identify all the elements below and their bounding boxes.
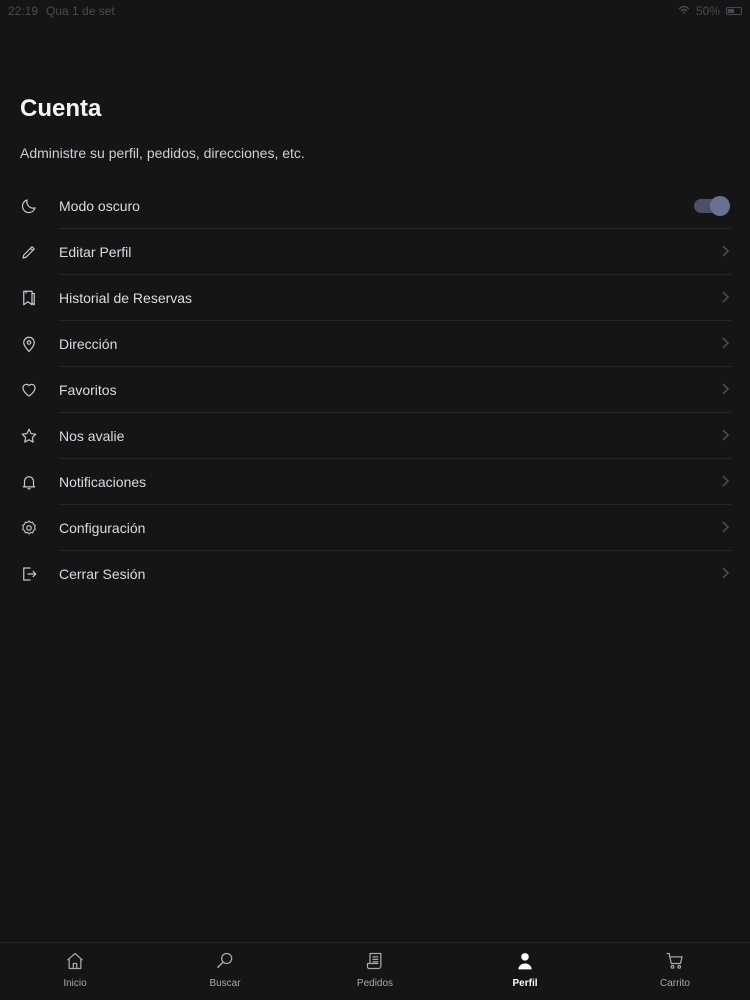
pencil-icon: [20, 243, 38, 261]
menu-item-label: Dirección: [59, 336, 118, 352]
chevron-right-icon: [720, 428, 730, 442]
chevron-right-icon: [720, 520, 730, 534]
tab-home[interactable]: Inicio: [0, 943, 150, 1000]
status-bar: 22:19 Qua 1 de set 50%: [0, 0, 750, 22]
battery-icon: [726, 7, 742, 15]
chevron-right-icon: [720, 382, 730, 396]
chevron-right-icon: [720, 566, 730, 580]
receipt-icon: [365, 951, 385, 971]
bookmark-icon: [20, 289, 38, 307]
bell-icon: [20, 473, 38, 491]
menu-item-logout[interactable]: Cerrar Sesión: [0, 551, 750, 597]
tab-label: Pedidos: [356, 978, 394, 989]
wifi-icon: [678, 4, 690, 18]
dark-mode-toggle[interactable]: [694, 196, 730, 216]
menu-item-settings[interactable]: Configuración: [0, 505, 750, 551]
star-icon: [20, 427, 38, 445]
menu-item-rate-us[interactable]: Nos avalie: [0, 413, 750, 459]
menu-item-label: Historial de Reservas: [59, 290, 193, 306]
chevron-right-icon: [720, 244, 730, 258]
status-time: 22:19: [8, 4, 39, 18]
menu-item-label: Favoritos: [59, 382, 117, 398]
tab-cart[interactable]: Carrito: [600, 943, 750, 1000]
bottom-tab-bar: Inicio Buscar Pedidos Perfil Carrito: [0, 942, 750, 1000]
battery-percent: 50%: [695, 4, 720, 18]
menu-item-notifications[interactable]: Notificaciones: [0, 459, 750, 505]
search-icon: [215, 951, 235, 971]
menu-item-address[interactable]: Dirección: [0, 321, 750, 367]
menu-item-booking-history[interactable]: Historial de Reservas: [0, 275, 750, 321]
menu-item-dark-mode: Modo oscuro: [0, 183, 750, 229]
user-icon: [515, 951, 535, 971]
chevron-right-icon: [720, 290, 730, 304]
menu-item-label: Configuración: [59, 520, 146, 536]
account-screen: 22:19 Qua 1 de set 50% Cuenta Administre…: [0, 0, 750, 1000]
page-title: Cuenta: [20, 95, 102, 122]
tab-orders[interactable]: Pedidos: [300, 943, 450, 1000]
location-pin-icon: [20, 335, 38, 353]
chevron-right-icon: [720, 336, 730, 350]
menu-item-label: Nos avalie: [59, 428, 125, 444]
home-icon: [65, 951, 85, 971]
tab-label: Perfil: [512, 978, 538, 989]
account-menu: Modo oscuro Editar Perfil Historial de R…: [0, 183, 750, 597]
tab-label: Carrito: [659, 978, 690, 989]
gear-icon: [20, 519, 38, 537]
menu-item-label: Modo oscuro: [59, 198, 140, 214]
tab-label: Inicio: [63, 978, 87, 989]
status-date: Qua 1 de set: [46, 4, 115, 18]
menu-item-edit-profile[interactable]: Editar Perfil: [0, 229, 750, 275]
heart-icon: [20, 381, 38, 399]
logout-icon: [20, 565, 38, 583]
tab-label: Buscar: [209, 978, 241, 989]
menu-item-favorites[interactable]: Favoritos: [0, 367, 750, 413]
moon-icon: [20, 197, 38, 215]
menu-item-label: Editar Perfil: [59, 244, 132, 260]
chevron-right-icon: [720, 474, 730, 488]
menu-item-label: Cerrar Sesión: [59, 566, 146, 582]
tab-search[interactable]: Buscar: [150, 943, 300, 1000]
tab-profile[interactable]: Perfil: [450, 943, 600, 1000]
cart-icon: [665, 951, 685, 971]
menu-item-label: Notificaciones: [59, 474, 147, 490]
page-subtitle: Administre su perfil, pedidos, direccion…: [20, 145, 305, 161]
toggle-knob: [710, 196, 730, 216]
